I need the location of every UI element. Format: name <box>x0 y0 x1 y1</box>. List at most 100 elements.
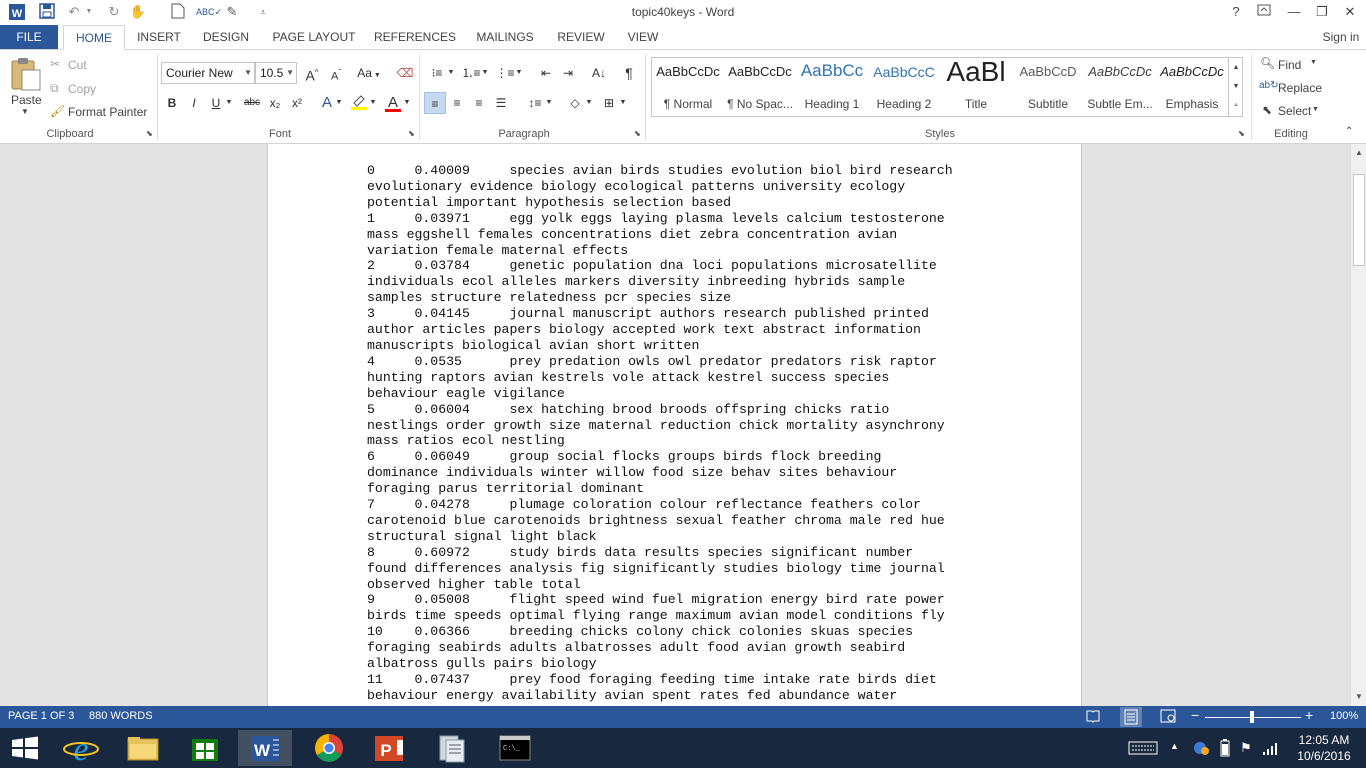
format-painter-icon[interactable]: 🖌 <box>50 104 65 118</box>
zoom-out-icon[interactable]: − <box>1191 707 1199 723</box>
styles-up-icon[interactable]: ▲ <box>1229 60 1243 76</box>
bullets-dropdown-icon[interactable]: ▼ <box>446 62 456 84</box>
scanner-app-icon[interactable] <box>426 730 480 766</box>
multilevel-dropdown-icon[interactable]: ▼ <box>514 62 524 84</box>
style-title[interactable]: AaBl Title <box>940 56 1012 116</box>
chrome-icon[interactable] <box>302 730 356 766</box>
underline-dropdown-icon[interactable]: ▼ <box>224 92 234 114</box>
tab-file[interactable]: FILE <box>0 25 58 50</box>
styles-launcher-icon[interactable]: ⬊ <box>1238 129 1245 138</box>
document-paragraph[interactable]: 3 0.04145 journal manuscript authors res… <box>367 306 1007 354</box>
superscript-button[interactable]: x² <box>286 92 308 114</box>
paragraph-launcher-icon[interactable]: ⬊ <box>634 129 641 138</box>
bold-button[interactable]: B <box>161 92 183 114</box>
tab-references[interactable]: REFERENCES <box>372 25 458 50</box>
sort-icon[interactable]: A↓ <box>588 62 610 84</box>
minimize-button[interactable]: — <box>1280 0 1308 24</box>
borders-icon[interactable]: ⊞ <box>598 92 620 114</box>
tab-view[interactable]: VIEW <box>622 25 664 50</box>
subscript-button[interactable]: x₂ <box>264 92 286 114</box>
web-layout-icon[interactable] <box>1160 709 1176 726</box>
find-button[interactable]: Find <box>1278 58 1301 72</box>
format-painter-button[interactable]: Format Painter <box>68 105 147 119</box>
shading-icon[interactable]: ◇ <box>564 92 586 114</box>
document-paragraph[interactable]: 6 0.06049 group social flocks groups bir… <box>367 449 1007 497</box>
document-paragraph[interactable]: 9 0.05008 flight speed wind fuel migrati… <box>367 592 1007 624</box>
collapse-ribbon-icon[interactable]: ⌃ <box>1345 126 1353 137</box>
numbering-icon[interactable]: ⒈≡ <box>460 62 482 84</box>
word-taskbar-icon[interactable]: W <box>238 730 292 766</box>
styles-more-icon[interactable]: ⩡ <box>1229 98 1243 114</box>
replace-icon[interactable]: ab↻ <box>1259 80 1279 91</box>
document-paragraph[interactable]: 10 0.06366 breeding chicks colony chick … <box>367 624 1007 672</box>
document-paragraph[interactable]: 11 0.07437 prey food foraging feeding ti… <box>367 672 1007 704</box>
word-count[interactable]: 880 WORDS <box>89 710 153 722</box>
style-heading-1[interactable]: AaBbCc Heading 1 <box>796 58 868 116</box>
font-color-icon[interactable]: A <box>382 92 404 114</box>
wifi-signal-icon[interactable] <box>1262 740 1278 759</box>
page-count[interactable]: PAGE 1 OF 3 <box>8 710 74 722</box>
find-icon[interactable]: 🔍︎ <box>1260 56 1275 70</box>
vertical-scrollbar[interactable]: ▲ ▼ <box>1350 144 1366 706</box>
zoom-slider-thumb[interactable] <box>1250 711 1254 723</box>
multilevel-list-icon[interactable]: ⋮≡ <box>494 62 516 84</box>
find-dropdown-icon[interactable]: ▼ <box>1310 59 1317 66</box>
tab-insert[interactable]: INSERT <box>132 25 186 50</box>
line-spacing-icon[interactable]: ↕≡ <box>524 92 546 114</box>
document-paragraph[interactable]: 1 0.03971 egg yolk eggs laying plasma le… <box>367 211 1007 259</box>
tab-design[interactable]: DESIGN <box>198 25 254 50</box>
copy-icon[interactable]: ⧉ <box>50 81 59 96</box>
tab-review[interactable]: REVIEW <box>553 25 609 50</box>
tab-home[interactable]: HOME <box>63 25 125 50</box>
bullets-icon[interactable]: ⁝≡ <box>426 62 448 84</box>
style-emphasis[interactable]: AaBbCcDc Emphasis <box>1156 58 1228 116</box>
style-normal[interactable]: AaBbCcDc ¶ Normal <box>652 58 724 116</box>
font-color-dropdown-icon[interactable]: ▼ <box>402 92 412 114</box>
document-paragraph[interactable]: 5 0.06004 sex hatching brood broods offs… <box>367 402 1007 450</box>
read-mode-icon[interactable] <box>1086 709 1100 726</box>
tab-mailings[interactable]: MAILINGS <box>470 25 540 50</box>
sign-in-link[interactable]: Sign in <box>1318 25 1364 50</box>
style-subtitle[interactable]: AaBbCcD Subtitle <box>1012 58 1084 116</box>
document-body[interactable]: 0 0.40009 species avian birds studies ev… <box>367 163 1007 704</box>
powerpoint-icon[interactable]: P <box>362 730 416 766</box>
scroll-up-icon[interactable]: ▲ <box>1351 146 1366 160</box>
ribbon-display-options-icon[interactable] <box>1250 0 1278 24</box>
cut-icon[interactable]: ✂ <box>50 57 60 71</box>
close-button[interactable]: ✕ <box>1336 0 1364 24</box>
document-paragraph[interactable]: 4 0.0535 prey predation owls owl predato… <box>367 354 1007 402</box>
document-paragraph[interactable]: 2 0.03784 genetic population dna loci po… <box>367 258 1007 306</box>
restore-button[interactable]: ❐ <box>1308 0 1336 24</box>
copy-button[interactable]: Copy <box>68 82 96 96</box>
increase-indent-icon[interactable]: ⇥ <box>557 62 579 84</box>
internet-explorer-icon[interactable]: e <box>54 730 108 768</box>
select-dropdown-icon[interactable]: ▼ <box>1312 106 1319 113</box>
scroll-thumb[interactable] <box>1353 174 1365 266</box>
italic-button[interactable]: I <box>183 92 205 114</box>
store-icon[interactable] <box>178 730 232 766</box>
clock-date[interactable]: 10/6/2016 <box>1294 749 1354 763</box>
line-spacing-dropdown-icon[interactable]: ▼ <box>544 92 554 114</box>
select-button[interactable]: Select <box>1278 104 1311 118</box>
tab-page-layout[interactable]: PAGE LAYOUT <box>268 25 360 50</box>
highlight-icon[interactable] <box>348 92 370 114</box>
strikethrough-button[interactable]: abc <box>240 92 264 114</box>
text-effects-dropdown-icon[interactable]: ▼ <box>334 92 344 114</box>
command-prompt-icon[interactable]: C:\_ <box>488 730 542 766</box>
network-alert-icon[interactable] <box>1193 740 1209 759</box>
start-button[interactable] <box>0 730 50 766</box>
keyboard-icon[interactable] <box>1128 741 1158 758</box>
cut-button[interactable]: Cut <box>68 58 87 72</box>
shading-dropdown-icon[interactable]: ▼ <box>584 92 594 114</box>
scroll-down-icon[interactable]: ▼ <box>1351 690 1366 704</box>
shrink-font-icon[interactable]: Aˇ <box>325 62 347 84</box>
clipboard-paste-icon[interactable] <box>8 56 42 92</box>
numbering-dropdown-icon[interactable]: ▼ <box>480 62 490 84</box>
font-size-combo[interactable]: 10.5 ▼ <box>255 62 297 84</box>
highlight-dropdown-icon[interactable]: ▼ <box>368 92 378 114</box>
styles-down-icon[interactable]: ▼ <box>1229 79 1243 95</box>
borders-dropdown-icon[interactable]: ▼ <box>618 92 628 114</box>
clear-formatting-icon[interactable]: ⌫ <box>394 62 416 84</box>
zoom-level[interactable]: 100% <box>1330 710 1358 722</box>
battery-icon[interactable] <box>1220 739 1230 760</box>
